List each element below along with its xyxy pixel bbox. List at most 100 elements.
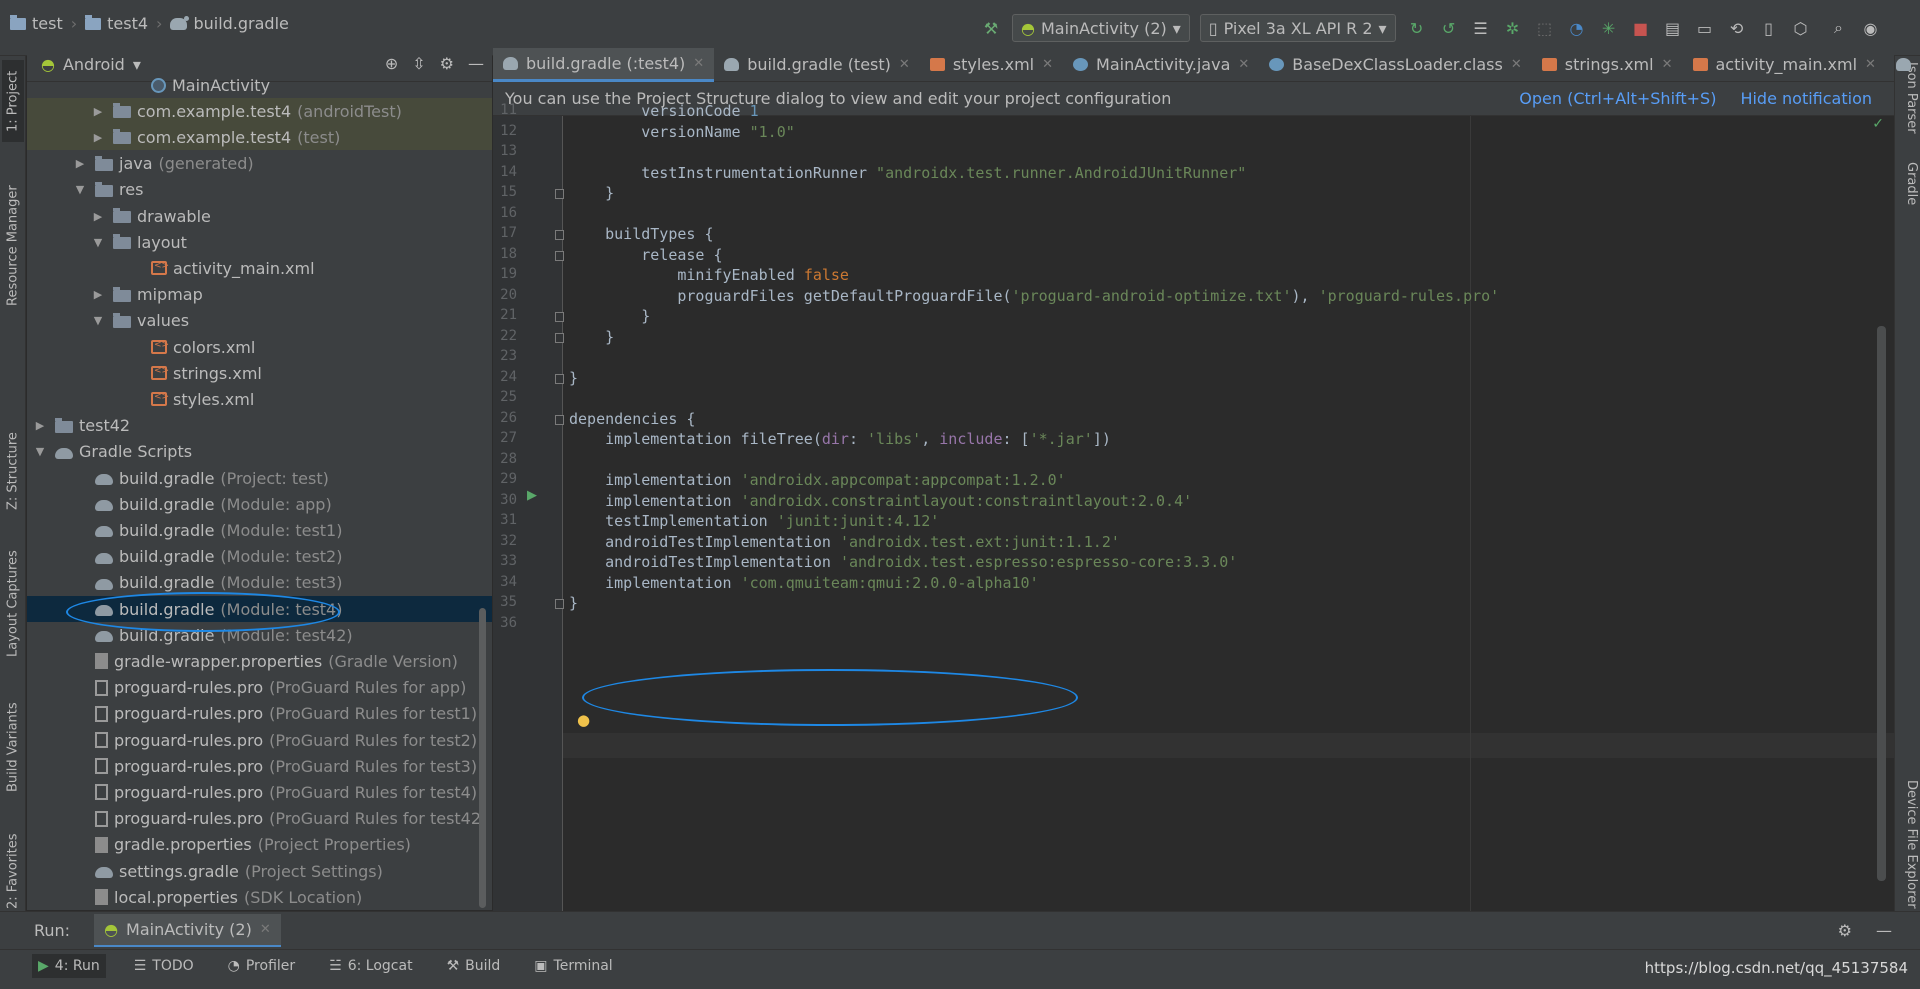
editor-tab[interactable]: build.gradle (:test4) ✕ bbox=[493, 47, 715, 82]
editor-tab[interactable]: BaseDexClassLoader.class ✕ bbox=[1259, 48, 1531, 82]
tree-item[interactable]: ▶ drawable bbox=[27, 203, 492, 229]
editor-scrollbar[interactable] bbox=[1877, 326, 1886, 881]
bottom-tab-profiler[interactable]: ◔ Profiler bbox=[222, 954, 302, 978]
fold-marker-icon[interactable] bbox=[555, 250, 564, 261]
editor-tab[interactable]: build.gradle (test) ✕ bbox=[714, 48, 920, 82]
tree-item[interactable]: colors.xml bbox=[27, 334, 492, 360]
minimize-icon[interactable]: — bbox=[468, 54, 484, 73]
tool-tab-gradle[interactable]: Gradle bbox=[1897, 162, 1919, 232]
apply-changes-icon[interactable]: ↺ bbox=[1438, 17, 1460, 39]
close-icon[interactable]: ✕ bbox=[1042, 57, 1053, 72]
editor-tab[interactable]: buil bbox=[1886, 48, 1920, 82]
chevron-right-icon[interactable]: ▶ bbox=[73, 157, 87, 170]
tree-item[interactable]: build.gradle (Module: test1) bbox=[27, 517, 492, 543]
bottom-tab-run[interactable]: ▶ 4: Run bbox=[32, 953, 106, 978]
user-icon[interactable]: ◉ bbox=[1860, 17, 1882, 39]
open-project-structure-link[interactable]: Open (Ctrl+Alt+Shift+S) bbox=[1519, 89, 1716, 108]
tree-item[interactable]: build.gradle (Module: test2) bbox=[27, 544, 492, 570]
sdk-manager-icon[interactable]: ⬡ bbox=[1790, 17, 1812, 39]
tree-item[interactable]: ▼ values bbox=[27, 308, 492, 334]
gear-icon[interactable]: ⚙ bbox=[440, 54, 454, 73]
tool-tab-project[interactable]: 1: Project bbox=[2, 60, 24, 142]
build-hammer-icon[interactable]: ⚒ bbox=[980, 17, 1002, 39]
tree-item[interactable]: proguard-rules.pro (ProGuard Rules for te… bbox=[27, 753, 492, 779]
hide-notification-link[interactable]: Hide notification bbox=[1740, 89, 1872, 108]
search-icon[interactable]: ⌕ bbox=[1828, 17, 1850, 39]
chevron-down-icon[interactable]: ▼ bbox=[91, 314, 105, 327]
close-icon[interactable]: ✕ bbox=[899, 57, 910, 72]
tree-item[interactable]: ▶ test42 bbox=[27, 413, 492, 439]
sync-gradle-icon[interactable]: ⟲ bbox=[1726, 17, 1748, 39]
code-editor[interactable]: 11 12 13 14 15 16 17 18 19 20 21 22 23 24 25 26 27 28 29 30… bbox=[493, 102, 1894, 911]
tree-item[interactable]: local.properties (SDK Location) bbox=[27, 884, 492, 910]
chevron-down-icon[interactable]: ▼ bbox=[73, 183, 87, 196]
tree-item[interactable]: proguard-rules.pro (ProGuard Rules for te… bbox=[27, 701, 492, 727]
editor-tab[interactable]: strings.xml ✕ bbox=[1532, 48, 1683, 82]
tree-item[interactable]: proguard-rules.pro (ProGuard Rules for te… bbox=[27, 806, 492, 832]
chevron-down-icon[interactable]: ▼ bbox=[33, 445, 47, 458]
tool-tab-layout-captures[interactable]: Layout Captures bbox=[2, 544, 24, 664]
tree-item[interactable]: build.gradle (Module: app) bbox=[27, 491, 492, 517]
tree-item[interactable]: ▼ res bbox=[27, 177, 492, 203]
close-icon[interactable]: ✕ bbox=[1662, 57, 1673, 72]
tree-item[interactable]: gradle.properties (Project Properties) bbox=[27, 832, 492, 858]
stop-icon[interactable]: ■ bbox=[1630, 17, 1652, 39]
run-configuration-select[interactable]: ◓ MainActivity (2) ▾ bbox=[1012, 14, 1190, 42]
fold-marker-icon[interactable] bbox=[555, 312, 564, 322]
editor-tab[interactable]: MainActivity.java ✕ bbox=[1063, 48, 1259, 82]
close-icon[interactable]: ✕ bbox=[1865, 57, 1876, 72]
bottom-tab-logcat[interactable]: ☱ 6: Logcat bbox=[323, 954, 418, 978]
breadcrumb-file[interactable]: build.gradle bbox=[170, 14, 289, 33]
attach-debugger-icon[interactable]: ⬚ bbox=[1534, 17, 1556, 39]
chevron-right-icon[interactable]: ▶ bbox=[91, 210, 105, 223]
bottom-tab-build[interactable]: ⚒ Build bbox=[441, 954, 507, 978]
intention-bulb-icon[interactable]: ● bbox=[577, 711, 590, 729]
profiler-icon[interactable]: ◔ bbox=[1566, 17, 1588, 39]
tool-tab-device-file-explorer[interactable]: Device File Explorer bbox=[1897, 780, 1919, 916]
chevron-right-icon[interactable]: ▶ bbox=[91, 105, 105, 118]
fold-marker-icon[interactable] bbox=[555, 414, 564, 425]
bottom-tab-todo[interactable]: ☰ TODO bbox=[128, 954, 200, 978]
chevron-right-icon[interactable]: ▶ bbox=[91, 288, 105, 301]
chevron-down-icon[interactable]: ▼ bbox=[91, 236, 105, 249]
fold-marker-icon[interactable] bbox=[555, 332, 564, 343]
close-icon[interactable]: ✕ bbox=[1238, 57, 1249, 72]
tool-tab-favorites[interactable]: 2: Favorites bbox=[2, 826, 24, 916]
close-icon[interactable]: ✕ bbox=[693, 56, 704, 71]
minimize-icon[interactable]: — bbox=[1876, 921, 1892, 940]
tree-item[interactable]: styles.xml bbox=[27, 386, 492, 412]
avd-manager-icon[interactable]: ▭ bbox=[1694, 17, 1716, 39]
tree-item[interactable]: ▶ java (generated) bbox=[27, 151, 492, 177]
tree-item[interactable]: activity_main.xml bbox=[27, 255, 492, 281]
editor-tab[interactable]: styles.xml ✕ bbox=[920, 48, 1063, 82]
fold-marker-icon[interactable] bbox=[555, 599, 564, 609]
project-structure-icon[interactable]: ▤ bbox=[1662, 17, 1684, 39]
tree-item[interactable]: gradle-wrapper.properties (Gradle Version… bbox=[27, 648, 492, 674]
apply-code-changes-icon[interactable]: ☰ bbox=[1470, 17, 1492, 39]
tree-item[interactable]: strings.xml bbox=[27, 360, 492, 386]
tree-item[interactable]: settings.gradle (Project Settings) bbox=[27, 858, 492, 884]
chevron-right-icon[interactable]: ▶ bbox=[33, 419, 47, 432]
gear-icon[interactable]: ⚙ bbox=[1838, 921, 1852, 940]
tree-item[interactable]: MainActivity bbox=[27, 72, 492, 98]
close-icon[interactable]: ✕ bbox=[1511, 57, 1522, 72]
breadcrumb-module[interactable]: test4 bbox=[85, 14, 148, 33]
device-select[interactable]: ▯ Pixel 3a XL API R 2 ▾ bbox=[1199, 14, 1396, 42]
fold-marker-icon[interactable] bbox=[555, 230, 564, 240]
rerun-icon[interactable]: ↻ bbox=[1406, 17, 1428, 39]
run-tab-mainactivity[interactable]: ◓ MainActivity (2) ✕ bbox=[94, 914, 281, 947]
project-scrollbar[interactable] bbox=[479, 608, 486, 908]
tree-item[interactable]: build.gradle (Module: test3) bbox=[27, 570, 492, 596]
tree-item[interactable]: ▶ com.example.test4 (androidTest) bbox=[27, 98, 492, 125]
tool-tab-structure[interactable]: Z: Structure bbox=[2, 416, 24, 526]
close-icon[interactable]: ✕ bbox=[260, 922, 271, 937]
tool-tab-build-variants[interactable]: Build Variants bbox=[2, 692, 24, 802]
fold-marker-icon[interactable] bbox=[555, 373, 564, 384]
bottom-tab-terminal[interactable]: ▣ Terminal bbox=[528, 954, 618, 978]
tree-item[interactable]: ▶ com.example.test4 (test) bbox=[27, 124, 492, 151]
tool-tab-resource-manager[interactable]: Resource Manager bbox=[2, 176, 24, 316]
tree-item[interactable]: ▼ layout bbox=[27, 229, 492, 255]
collapse-all-icon[interactable]: ⇳ bbox=[412, 54, 425, 73]
fold-marker-icon[interactable] bbox=[555, 189, 564, 199]
tree-item[interactable]: proguard-rules.pro (ProGuard Rules for ap… bbox=[27, 675, 492, 701]
